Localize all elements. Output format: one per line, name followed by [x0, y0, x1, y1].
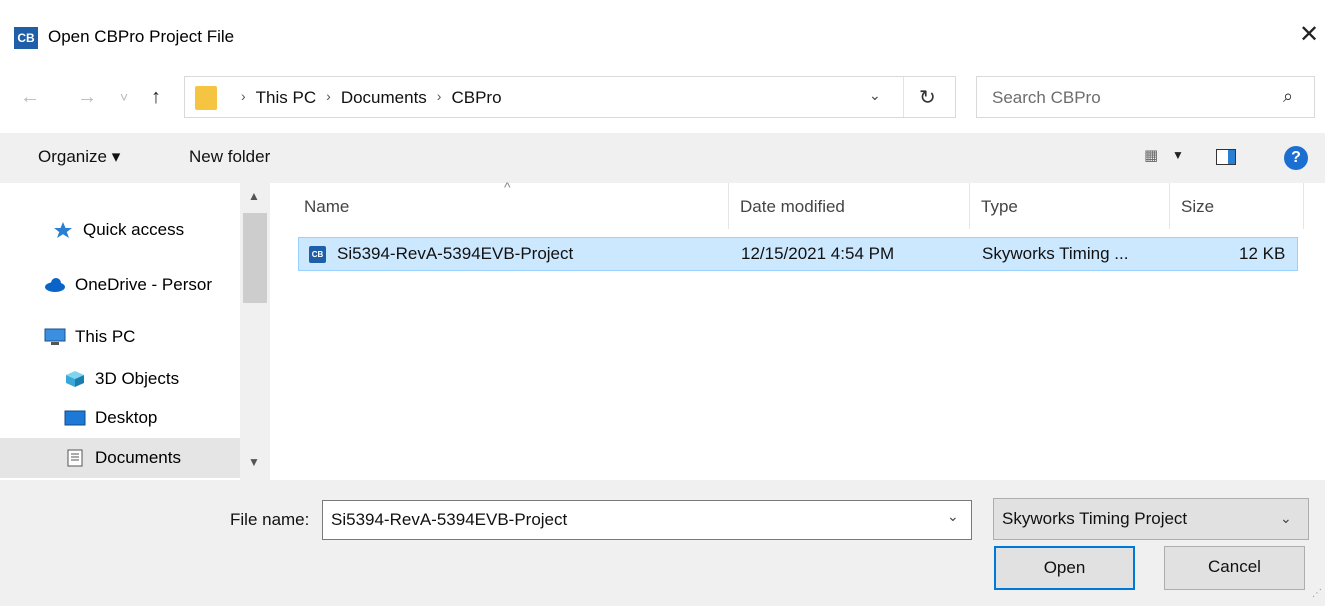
- sidebar-scrollbar[interactable]: ▲ ▼: [240, 183, 270, 480]
- breadcrumb-this-pc[interactable]: This PC: [256, 88, 316, 108]
- column-divider[interactable]: [1169, 183, 1170, 229]
- breadcrumb-separator: ›: [326, 88, 331, 104]
- sidebar-item-label: OneDrive - Persor: [75, 275, 212, 294]
- sidebar-item-desktop[interactable]: Desktop: [0, 398, 240, 438]
- dialog-footer: File name: Si5394-RevA-5394EVB-Project ⌄…: [0, 480, 1325, 606]
- breadcrumb-separator: ›: [436, 88, 442, 104]
- folder-icon: [195, 86, 217, 110]
- sidebar-item-onedrive[interactable]: OneDrive - Persor: [0, 265, 240, 305]
- view-dropdown-icon[interactable]: ▼: [1172, 148, 1184, 162]
- forward-arrow-icon[interactable]: →: [77, 87, 97, 107]
- refresh-icon[interactable]: ↻: [919, 85, 936, 110]
- resize-grip-icon[interactable]: ⋰: [1312, 588, 1322, 599]
- view-options-icon[interactable]: ▦: [1144, 146, 1158, 164]
- up-arrow-icon[interactable]: ↑: [151, 87, 161, 107]
- file-size-cell: 12 KB: [1239, 244, 1286, 263]
- column-header-size[interactable]: Size: [1181, 197, 1214, 217]
- file-date-cell: 12/15/2021 4:54 PM: [741, 244, 895, 263]
- file-name-value: Si5394-RevA-5394EVB-Project: [331, 510, 568, 529]
- column-divider[interactable]: [1303, 183, 1304, 229]
- cloud-icon: [45, 278, 65, 292]
- chevron-down-icon[interactable]: ⌄: [947, 508, 959, 525]
- address-bar[interactable]: › This PC › Documents › CBPro ⌄ ↻: [184, 76, 956, 118]
- preview-pane-icon[interactable]: [1216, 149, 1236, 165]
- desktop-icon: [64, 410, 86, 426]
- column-header-date-modified[interactable]: Date modified: [740, 197, 845, 217]
- file-type-cell: Skyworks Timing ...: [982, 244, 1129, 263]
- title-bar: CB Open CBPro Project File ✕: [0, 0, 1325, 76]
- help-icon[interactable]: ?: [1284, 146, 1308, 170]
- sidebar-item-documents[interactable]: Documents: [0, 438, 240, 478]
- new-folder-button[interactable]: New folder: [189, 147, 270, 167]
- breadcrumb-documents[interactable]: Documents: [341, 88, 427, 108]
- sidebar-item-label: Desktop: [95, 408, 158, 427]
- chevron-down-icon[interactable]: ⌄: [869, 87, 881, 104]
- scrollbar-thumb[interactable]: [243, 213, 267, 303]
- command-toolbar: Organize ▾ New folder ▦ ▼ ?: [0, 133, 1325, 183]
- sidebar-item-label: This PC: [75, 327, 136, 346]
- back-arrow-icon[interactable]: ←: [20, 87, 40, 107]
- breadcrumb-cbpro[interactable]: CBPro: [451, 88, 501, 108]
- sidebar-item-label: 3D Objects: [95, 369, 180, 388]
- scroll-down-icon[interactable]: ▼: [248, 455, 260, 469]
- file-name-field[interactable]: Si5394-RevA-5394EVB-Project ⌄: [322, 500, 972, 540]
- sidebar-item-3d-objects[interactable]: 3D Objects: [0, 359, 240, 399]
- app-icon: CB: [14, 27, 38, 49]
- breadcrumb-separator: ›: [241, 88, 246, 104]
- column-divider[interactable]: [728, 183, 729, 229]
- organize-button[interactable]: Organize ▾: [38, 147, 120, 167]
- star-icon: [54, 222, 72, 238]
- breadcrumb: › This PC › Documents › CBPro: [231, 88, 502, 108]
- cancel-button[interactable]: Cancel: [1164, 546, 1305, 590]
- address-divider: [903, 77, 904, 117]
- recent-locations-icon[interactable]: ˅: [120, 87, 128, 107]
- sidebar-item-quick-access[interactable]: Quick access: [0, 210, 240, 250]
- chevron-down-icon[interactable]: ⌄: [1280, 510, 1292, 527]
- search-input[interactable]: Search CBPro ⌕: [976, 76, 1315, 118]
- file-type-select[interactable]: Skyworks Timing Project ⌄: [993, 498, 1309, 540]
- sidebar-item-this-pc[interactable]: This PC: [0, 317, 240, 357]
- open-button[interactable]: Open: [994, 546, 1135, 590]
- table-row[interactable]: CB Si5394-RevA-5394EVB-Project 12/15/202…: [298, 237, 1298, 271]
- search-icon[interactable]: ⌕: [1283, 86, 1293, 107]
- sidebar-item-label: Quick access: [83, 220, 185, 239]
- window-title: Open CBPro Project File: [48, 27, 235, 46]
- file-name-label: File name:: [230, 510, 310, 529]
- close-icon[interactable]: ✕: [1296, 22, 1322, 48]
- file-name-cell: Si5394-RevA-5394EVB-Project: [337, 244, 574, 263]
- sort-ascending-icon: ^: [504, 179, 511, 195]
- column-divider[interactable]: [969, 183, 970, 229]
- cube-icon: [66, 371, 84, 387]
- file-type-value: Skyworks Timing Project: [1002, 509, 1188, 528]
- documents-icon: [67, 449, 83, 467]
- column-header-type[interactable]: Type: [981, 197, 1018, 217]
- scroll-up-icon[interactable]: ▲: [248, 189, 260, 203]
- column-header-name[interactable]: Name: [304, 197, 349, 217]
- file-list: ^ Name Date modified Type Size CB Si5394…: [272, 179, 1325, 480]
- search-placeholder: Search CBPro: [992, 88, 1101, 107]
- file-icon: CB: [309, 246, 326, 263]
- navigation-pane: Quick access OneDrive - Persor This PC 3…: [0, 183, 270, 480]
- sidebar-item-label: Documents: [95, 448, 181, 467]
- computer-icon: [44, 328, 66, 345]
